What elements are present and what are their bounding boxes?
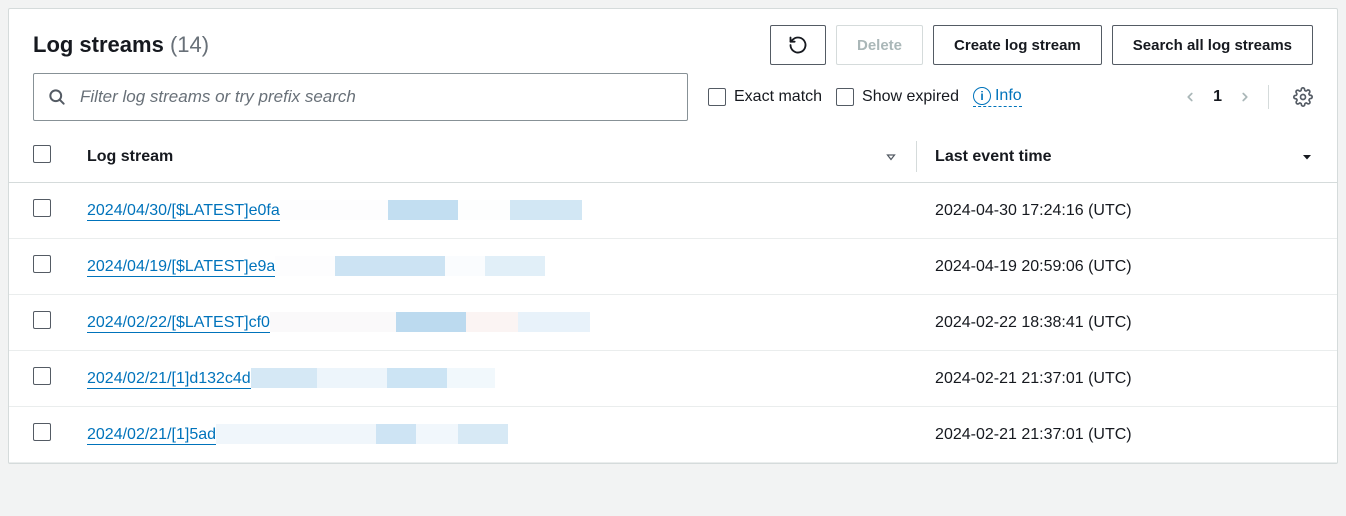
column-header-last-event-label: Last event time (935, 148, 1051, 165)
column-header-stream-label: Log stream (87, 148, 173, 165)
delete-button: Delete (836, 25, 923, 65)
title-text: Log streams (33, 32, 164, 57)
redacted-suffix (275, 256, 545, 276)
row-actions-cell (1283, 351, 1337, 407)
column-header-stream[interactable]: Log stream (69, 131, 917, 183)
settings-button[interactable] (1293, 87, 1313, 107)
row-stream-cell: 2024/02/22/[$LATEST]cf0 (69, 295, 917, 351)
row-last-event-cell: 2024-02-21 21:37:01 (UTC) (917, 351, 1283, 407)
column-header-last-event[interactable]: Last event time (917, 131, 1283, 183)
chevron-right-icon (1238, 90, 1252, 104)
search-all-log-streams-button[interactable]: Search all log streams (1112, 25, 1313, 65)
filter-input[interactable] (33, 73, 688, 121)
exact-match-option[interactable]: Exact match (708, 88, 822, 106)
filter-row: Exact match Show expired i Info 1 (9, 73, 1337, 131)
title-count: (14) (170, 32, 209, 57)
exact-match-checkbox[interactable] (708, 88, 726, 106)
row-select-cell (9, 407, 69, 463)
page-title: Log streams (14) (33, 32, 209, 58)
row-select-checkbox[interactable] (33, 199, 51, 217)
chevron-left-icon (1183, 90, 1197, 104)
select-all-checkbox[interactable] (33, 145, 51, 163)
log-stream-link[interactable]: 2024/02/22/[$LATEST]cf0 (87, 314, 270, 333)
refresh-icon (788, 35, 808, 55)
table-row: 2024/02/21/[1]5ad 2024-02-21 21:37:01 (UT… (9, 407, 1337, 463)
row-stream-cell: 2024/02/21/[1]5ad (69, 407, 917, 463)
refresh-button[interactable] (770, 25, 826, 65)
row-last-event-cell: 2024-02-21 21:37:01 (UTC) (917, 407, 1283, 463)
show-expired-checkbox[interactable] (836, 88, 854, 106)
info-label: Info (995, 87, 1022, 105)
row-select-checkbox[interactable] (33, 367, 51, 385)
log-stream-link[interactable]: 2024/02/21/[1]5ad (87, 426, 216, 445)
log-stream-link[interactable]: 2024/04/30/[$LATEST]e0fa (87, 202, 280, 221)
table-row: 2024/02/21/[1]d132c4d 2024-02-21 21:37:01… (9, 351, 1337, 407)
row-select-cell (9, 295, 69, 351)
row-last-event-cell: 2024-04-30 17:24:16 (UTC) (917, 183, 1283, 239)
row-stream-cell: 2024/04/19/[$LATEST]e9a (69, 239, 917, 295)
log-stream-link[interactable]: 2024/04/19/[$LATEST]e9a (87, 258, 275, 277)
redacted-suffix (216, 424, 508, 444)
pagination: 1 (1183, 85, 1313, 109)
column-header-actions (1283, 131, 1337, 183)
log-stream-link[interactable]: 2024/02/21/[1]d132c4d (87, 370, 251, 389)
redacted-suffix (270, 312, 590, 332)
row-last-event-cell: 2024-04-19 20:59:06 (UTC) (917, 239, 1283, 295)
row-stream-cell: 2024/02/21/[1]d132c4d (69, 351, 917, 407)
row-select-checkbox[interactable] (33, 311, 51, 329)
table-row: 2024/04/19/[$LATEST]e9a 2024-04-19 20:59:… (9, 239, 1337, 295)
page-number: 1 (1213, 88, 1222, 106)
select-all-header (9, 131, 69, 183)
search-icon (47, 87, 67, 107)
table-row: 2024/04/30/[$LATEST]e0fa 2024-04-30 17:24… (9, 183, 1337, 239)
show-expired-option[interactable]: Show expired (836, 88, 959, 106)
caret-down-icon[interactable] (1301, 151, 1313, 163)
divider (1268, 85, 1269, 109)
row-actions-cell (1283, 407, 1337, 463)
filter-options: Exact match Show expired i Info (708, 87, 1022, 107)
info-link[interactable]: i Info (973, 87, 1022, 107)
search-wrap (33, 73, 688, 121)
row-stream-cell: 2024/04/30/[$LATEST]e0fa (69, 183, 917, 239)
row-select-cell (9, 351, 69, 407)
redacted-suffix (251, 368, 495, 388)
row-select-checkbox[interactable] (33, 423, 51, 441)
table-row: 2024/02/22/[$LATEST]cf0 2024-02-22 18:38:… (9, 295, 1337, 351)
next-page-button[interactable] (1238, 90, 1252, 104)
sort-desc-icon (885, 151, 897, 163)
gear-icon (1293, 87, 1313, 107)
row-actions-cell (1283, 295, 1337, 351)
info-icon: i (973, 87, 991, 105)
row-actions-cell (1283, 183, 1337, 239)
prev-page-button[interactable] (1183, 90, 1197, 104)
exact-match-label: Exact match (734, 88, 822, 106)
row-actions-cell (1283, 239, 1337, 295)
log-streams-table: Log stream Last event time 2024/04/30/[$… (9, 131, 1337, 463)
row-select-checkbox[interactable] (33, 255, 51, 273)
redacted-suffix (280, 200, 582, 220)
table-header-row: Log stream Last event time (9, 131, 1337, 183)
show-expired-label: Show expired (862, 88, 959, 106)
row-select-cell (9, 239, 69, 295)
row-last-event-cell: 2024-02-22 18:38:41 (UTC) (917, 295, 1283, 351)
panel-header: Log streams (14) Delete Create log strea… (9, 25, 1337, 73)
header-actions: Delete Create log stream Search all log … (770, 25, 1313, 65)
create-log-stream-button[interactable]: Create log stream (933, 25, 1102, 65)
row-select-cell (9, 183, 69, 239)
log-streams-panel: Log streams (14) Delete Create log strea… (8, 8, 1338, 464)
